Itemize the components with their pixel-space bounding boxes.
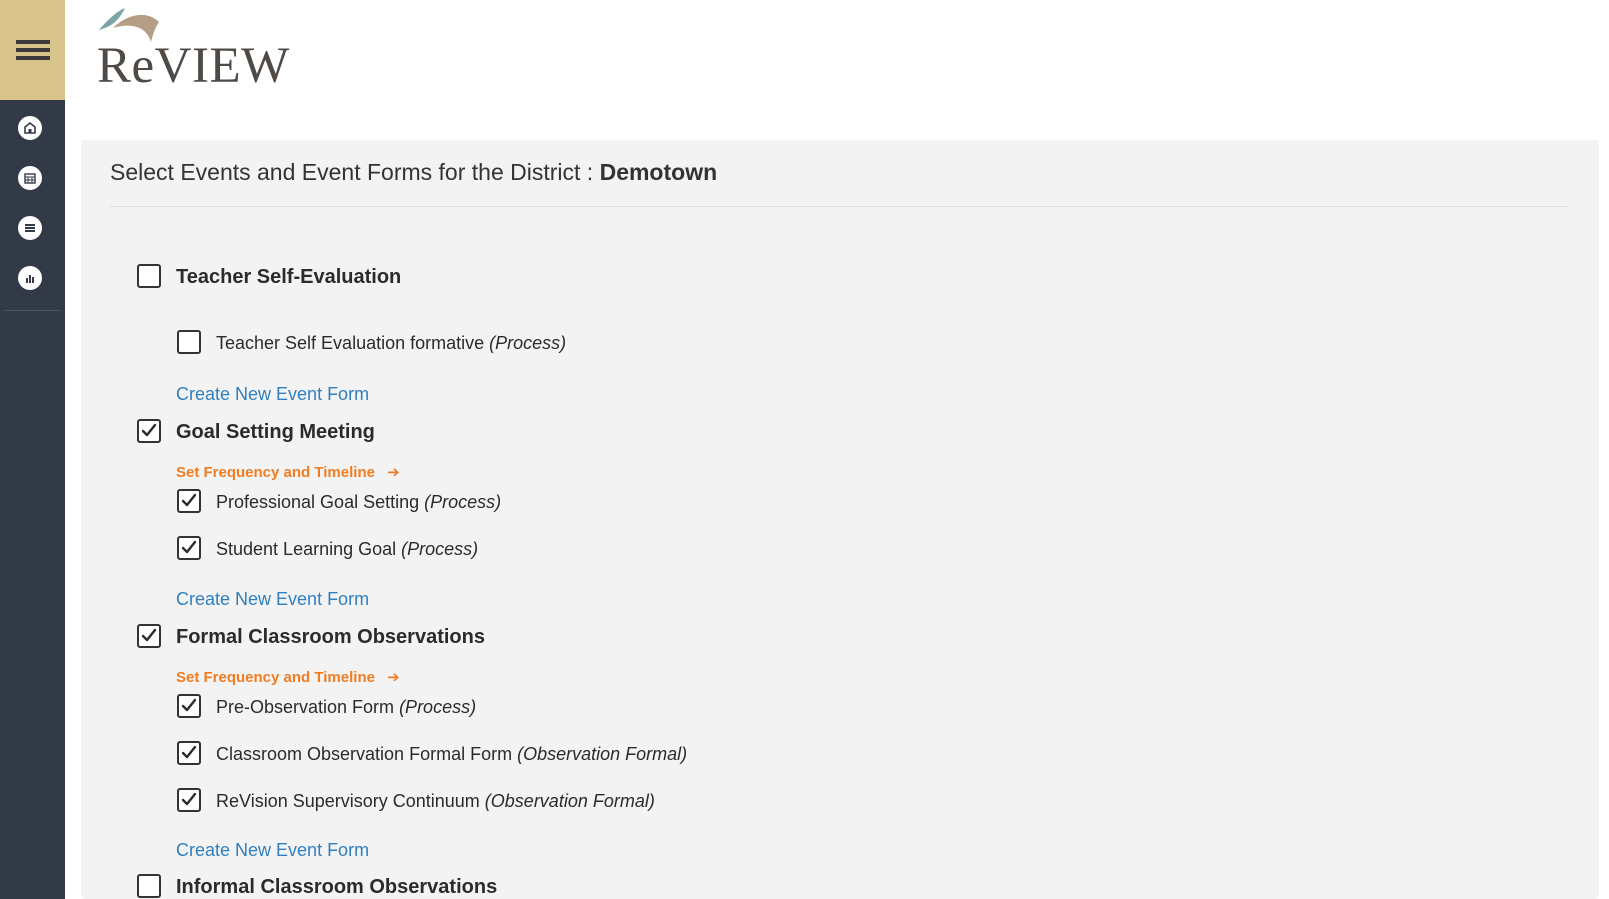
form-type: (Process) [489, 333, 567, 353]
form-checkbox[interactable] [177, 489, 201, 513]
list-icon[interactable] [18, 216, 42, 240]
form-type: (Observation Formal) [484, 791, 655, 811]
event-checkbox-goal-setting-meeting[interactable] [137, 419, 161, 443]
form-checkbox[interactable] [177, 330, 201, 354]
calendar-icon[interactable] [18, 166, 42, 190]
event-checkbox-teacher-self-evaluation[interactable] [137, 264, 161, 288]
create-new-event-form-link[interactable]: Create New Event Form [176, 589, 369, 610]
form-label: Student Learning Goal (Process) [216, 539, 478, 560]
arrow-right-icon: ➔ [386, 669, 400, 686]
event-label: Teacher Self-Evaluation [176, 266, 402, 288]
content-panel [81, 140, 1599, 899]
form-checkbox[interactable] [177, 741, 201, 765]
chart-icon[interactable] [18, 266, 42, 290]
form-label: Pre-Observation Form (Process) [216, 697, 476, 718]
form-type: (Process) [424, 492, 502, 512]
app-logo: ReVIEW [97, 4, 297, 96]
form-name: Pre-Observation Form [216, 697, 400, 717]
set-frequency-link[interactable]: Set Frequency and Timeline ➔ [176, 463, 400, 482]
event-label: Formal Classroom Observations [176, 626, 485, 648]
form-name: ReVision Supervisory Continuum [216, 791, 485, 811]
form-checkbox[interactable] [177, 536, 201, 560]
sidebar-divider [4, 310, 61, 311]
event-label: Goal Setting Meeting [176, 421, 375, 443]
form-label: Teacher Self Evaluation formative (Proce… [216, 333, 566, 354]
form-name: Student Learning Goal [216, 539, 402, 559]
set-frequency-label: Set Frequency and Timeline [176, 668, 375, 686]
form-name: Teacher Self Evaluation formative [216, 333, 490, 353]
hamburger-icon [15, 40, 50, 60]
set-frequency-link[interactable]: Set Frequency and Timeline ➔ [176, 668, 400, 687]
menu-toggle-button[interactable] [0, 0, 65, 100]
event-label: Informal Classroom Observations [176, 876, 498, 898]
page-title-prefix: Select Events and Event Forms for the Di… [110, 159, 600, 185]
event-checkbox-formal-classroom-observations[interactable] [137, 624, 161, 648]
form-label: ReVision Supervisory Continuum (Observat… [216, 791, 655, 812]
form-type: (Process) [399, 697, 477, 717]
form-label: Professional Goal Setting (Process) [216, 492, 501, 513]
arrow-right-icon: ➔ [386, 464, 400, 481]
logo-wordmark: ReVIEW [97, 38, 290, 94]
form-name: Classroom Observation Formal Form [216, 744, 518, 764]
school-icon[interactable] [18, 116, 42, 140]
form-name: Professional Goal Setting [216, 492, 425, 512]
district-name: Demotown [599, 159, 718, 185]
form-label: Classroom Observation Formal Form (Obser… [216, 744, 687, 765]
form-type: (Process) [401, 539, 479, 559]
sidebar [0, 0, 65, 899]
event-checkbox-informal-classroom-observations[interactable] [137, 874, 161, 898]
title-divider [110, 206, 1568, 207]
page-title: Select Events and Event Forms for the Di… [110, 159, 717, 186]
form-type: (Observation Formal) [517, 744, 688, 764]
set-frequency-label: Set Frequency and Timeline [176, 463, 375, 481]
form-checkbox[interactable] [177, 694, 201, 718]
form-checkbox[interactable] [177, 788, 201, 812]
create-new-event-form-link[interactable]: Create New Event Form [176, 384, 369, 405]
create-new-event-form-link[interactable]: Create New Event Form [176, 840, 369, 861]
